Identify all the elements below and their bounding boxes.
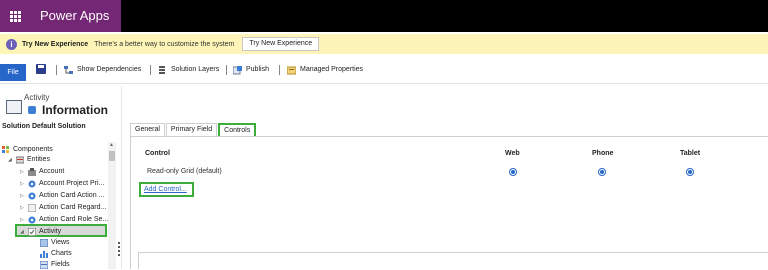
tree-item-account[interactable]: ▷ Account	[20, 167, 64, 177]
column-header-tablet: Tablet	[680, 150, 701, 157]
publish-label: Publish	[246, 66, 269, 73]
expanded-icon[interactable]: ◢	[8, 155, 13, 165]
tree-item-action-card-role[interactable]: ▷ Action Card Role Se...	[20, 215, 108, 225]
tree-item-label: Entities	[27, 156, 50, 163]
publish-icon	[233, 65, 242, 74]
entity-gear-icon	[28, 192, 36, 200]
publish-button[interactable]: Publish	[233, 64, 269, 76]
account-icon	[28, 168, 36, 176]
expanded-icon[interactable]: ◢	[20, 227, 25, 237]
save-icon[interactable]	[36, 64, 46, 74]
control-name: Read-only Grid (default)	[147, 168, 222, 175]
solution-layers-label: Solution Layers	[171, 66, 220, 73]
column-header-control: Control	[145, 150, 170, 157]
charts-icon	[40, 251, 48, 258]
pane-resize-handle[interactable]	[118, 242, 120, 256]
add-control-link[interactable]: Add Control...	[144, 186, 187, 193]
views-icon	[40, 239, 48, 247]
tree-item-account-project[interactable]: ▷ Account Project Pri...	[20, 179, 104, 189]
controls-panel	[130, 136, 768, 269]
page-title: Information	[42, 103, 108, 117]
app-title[interactable]: Power Apps	[30, 0, 121, 32]
tree-item-label: Action Card Regard...	[39, 204, 107, 211]
dependencies-icon	[64, 65, 73, 74]
file-button[interactable]: File	[0, 64, 26, 81]
pane-divider	[121, 86, 122, 269]
activity-icon	[28, 228, 36, 236]
tree-item-label: Action Card Action ...	[39, 192, 105, 199]
toolbar-separator	[150, 65, 151, 75]
tab-strip: General Primary Field Controls	[130, 123, 257, 136]
tree-item-label: Action Card Role Se...	[39, 216, 109, 223]
try-new-experience-button[interactable]: Try New Experience	[242, 37, 320, 51]
information-icon	[28, 106, 36, 114]
tree-scrollbar[interactable]: ▲	[108, 142, 116, 269]
web-radio[interactable]	[509, 168, 517, 176]
toolbar-separator	[226, 65, 227, 75]
collapsed-icon[interactable]: ▷	[20, 215, 25, 225]
toolbar-separator	[279, 65, 280, 75]
managed-properties-button[interactable]: Managed Properties	[287, 64, 363, 76]
scroll-up-icon[interactable]: ▲	[109, 142, 114, 148]
entity-icon	[28, 204, 36, 212]
collapsed-icon[interactable]: ▷	[20, 203, 25, 213]
phone-radio[interactable]	[598, 168, 606, 176]
collapsed-icon[interactable]: ▷	[20, 179, 25, 189]
tree-item-components[interactable]: Components	[2, 145, 53, 155]
managed-properties-icon	[287, 66, 296, 74]
fields-icon	[40, 261, 48, 269]
top-bar: Power Apps	[0, 0, 768, 32]
entity-gear-icon	[28, 216, 36, 224]
tree-item-views[interactable]: Views	[40, 238, 70, 248]
tree-item-charts[interactable]: Charts	[40, 249, 72, 259]
solution-layers-button[interactable]: Solution Layers	[158, 64, 219, 76]
managed-properties-label: Managed Properties	[300, 66, 364, 73]
components-icon	[2, 146, 9, 153]
column-header-web: Web	[505, 150, 520, 157]
entities-icon	[16, 156, 24, 164]
layers-icon	[159, 65, 165, 74]
add-control-highlight: Add Control...	[139, 182, 194, 197]
tree-item-label: Account	[39, 168, 65, 175]
info-icon: i	[6, 38, 17, 50]
show-dependencies-label: Show Dependencies	[77, 66, 142, 73]
solution-name: Solution Default Solution	[2, 123, 86, 130]
navigation-pane: Activity Information Solution Default So…	[0, 86, 120, 269]
tree-item-label: Charts	[51, 250, 72, 257]
notification-message: There's a better way to customize the sy…	[94, 40, 235, 48]
waffle-icon	[9, 10, 21, 22]
entity-icon	[6, 100, 22, 114]
tree-item-entities[interactable]: ◢ Entities	[8, 155, 50, 165]
tree-item-label: Account Project Pri...	[39, 180, 105, 187]
notification-bar: i Try New Experience There's a better wa…	[0, 34, 768, 54]
tab-controls[interactable]: Controls	[218, 123, 257, 136]
tree-item-label: Activity	[39, 228, 62, 235]
breadcrumb: Activity	[24, 93, 50, 102]
tab-primary-field[interactable]: Primary Field	[165, 123, 218, 136]
tree-item-activity[interactable]: ◢ Activity	[20, 227, 61, 237]
column-header-phone: Phone	[592, 150, 614, 157]
scrollbar-thumb[interactable]	[109, 151, 115, 161]
tab-general[interactable]: General	[130, 123, 165, 136]
control-properties-box	[138, 252, 768, 269]
tree-item-action-card-action[interactable]: ▷ Action Card Action ...	[20, 191, 104, 201]
tree-item-label: Components	[13, 146, 53, 153]
toolbar-separator	[56, 65, 57, 75]
notification-title: Try New Experience	[22, 40, 89, 48]
entity-gear-icon	[28, 180, 36, 188]
show-dependencies-button[interactable]: Show Dependencies	[64, 64, 141, 76]
collapsed-icon[interactable]: ▷	[20, 167, 25, 177]
app-launcher-button[interactable]	[0, 0, 30, 32]
command-bar: File Show Dependencies Solution Layers P…	[0, 56, 768, 84]
tree-item-label: Views	[51, 239, 70, 246]
collapsed-icon[interactable]: ▷	[20, 191, 25, 201]
tablet-radio[interactable]	[686, 168, 694, 176]
tree-item-action-card-regarding[interactable]: ▷ Action Card Regard...	[20, 203, 106, 213]
